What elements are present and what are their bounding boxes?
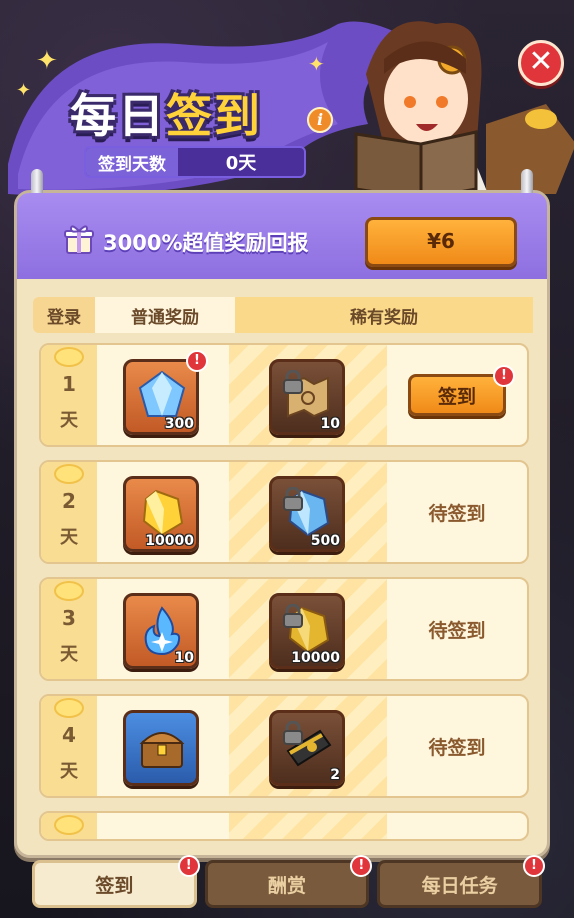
item-quantity: 500: [310, 533, 340, 549]
gift-icon: [64, 225, 94, 254]
day-unit: 天: [60, 644, 78, 665]
sparkle-icon: ✦: [16, 80, 32, 101]
rare-reward-item[interactable]: 2: [269, 710, 345, 786]
item-quantity: 10000: [145, 533, 194, 549]
day-cell: 2 天: [41, 462, 97, 562]
status-text: 待签到: [428, 502, 486, 525]
day-cell: 3 天: [41, 579, 97, 679]
rare-reward-item[interactable]: 500: [269, 476, 345, 552]
reward-row-partial: [39, 811, 529, 841]
purchase-button[interactable]: ¥6: [365, 217, 517, 267]
page-title: 每日签到: [70, 80, 262, 146]
tab-label: 酬赏: [268, 874, 307, 897]
column-rare-reward: 稀有奖励: [235, 297, 533, 333]
sparkle-icon: ✦: [308, 52, 325, 76]
day-cell: 4 天: [41, 696, 97, 796]
tab-sign-in[interactable]: 签到 !: [32, 855, 200, 908]
gold-gem-icon: [142, 489, 184, 537]
lock-icon: [283, 487, 303, 511]
normal-reward-item[interactable]: 10: [123, 593, 199, 669]
normal-reward-item[interactable]: 10000: [123, 476, 199, 552]
title-part2: 签到: [166, 89, 262, 143]
status-text: 待签到: [428, 736, 486, 759]
day-number: 4: [62, 723, 76, 747]
alert-icon: !: [186, 350, 208, 372]
item-quantity: 10: [320, 416, 340, 432]
coin-icon: [54, 698, 84, 718]
sign-in-panel: 3000%超值奖励回报 ¥6 登录 普通奖励 稀有奖励 1 天 300 ! 10…: [14, 169, 550, 858]
alert-icon: !: [350, 855, 373, 877]
sign-in-label: 签到: [437, 385, 476, 408]
sign-in-button[interactable]: 签到 !: [408, 365, 515, 416]
treasure-chest-icon: [139, 732, 185, 768]
item-quantity: 300: [164, 416, 194, 432]
rare-reward-item[interactable]: 10000: [269, 593, 345, 669]
reward-row: 4 天 2 待签到: [39, 694, 529, 798]
close-icon: ✕: [528, 44, 554, 79]
reward-row: 1 天 300 ! 10 签到 !: [39, 343, 529, 447]
tab-label: 每日任务: [421, 874, 498, 897]
coin-icon: [54, 347, 84, 367]
status-cell: 签到 !: [387, 345, 527, 445]
alert-icon: !: [493, 365, 515, 387]
sign-days-counter: 签到天数 0天: [84, 146, 306, 178]
title-part1: 每日: [70, 89, 166, 143]
blue-gem-icon: [138, 370, 186, 417]
rare-cell-bg: [229, 813, 387, 839]
close-button[interactable]: ✕: [518, 40, 564, 86]
lock-icon: [283, 721, 303, 745]
day-unit: 天: [60, 527, 78, 548]
lock-icon: [283, 604, 303, 628]
coin-icon: [54, 464, 84, 484]
reward-row: 3 天 10 10000 待签到: [39, 577, 529, 681]
lock-icon: [283, 370, 303, 394]
tab-normal-reward[interactable]: 普通奖励: [95, 297, 235, 333]
alert-icon: !: [177, 855, 200, 877]
day-cell: 1 天: [41, 345, 97, 445]
header-banner: ✦ ✦ ✦ 每日签到 i 签到天数 0天 ✕: [8, 14, 574, 214]
day-unit: 天: [60, 761, 78, 782]
rare-reward-item[interactable]: 10: [269, 359, 345, 435]
column-login: 登录: [47, 307, 81, 328]
day-number: 2: [62, 489, 76, 513]
promo-bar: 3000%超值奖励回报 ¥6: [17, 193, 547, 279]
item-quantity: 10000: [291, 650, 340, 666]
normal-reward-item[interactable]: 300 !: [123, 350, 208, 435]
day-number: 1: [62, 372, 76, 396]
promo-text: 3000%超值奖励回报: [103, 231, 309, 255]
tab-rewards[interactable]: 酬赏 !: [204, 855, 373, 908]
sign-days-label: 签到天数: [86, 148, 178, 176]
status-text: 待签到: [428, 619, 486, 642]
tab-daily-tasks[interactable]: 每日任务 !: [377, 855, 546, 908]
column-header: 登录 普通奖励 稀有奖励: [33, 297, 533, 333]
normal-reward-item[interactable]: [123, 710, 199, 786]
item-quantity: 2: [330, 767, 340, 783]
item-quantity: 10: [174, 650, 194, 666]
reward-row: 2 天 10000 500 待签到: [39, 460, 529, 564]
day-cell: [41, 813, 97, 839]
blue-flame-icon: [144, 606, 181, 656]
day-number: 3: [62, 606, 76, 630]
coin-icon: [54, 581, 84, 601]
bottom-tab-bar: 签到 ! 酬赏 ! 每日任务 !: [32, 855, 546, 910]
tab-label: 签到: [95, 874, 134, 897]
reward-list: 1 天 300 ! 10 签到 ! 2 天 10000 500 待签到 3 天 …: [39, 343, 529, 854]
alert-icon: !: [523, 855, 546, 877]
coin-icon: [54, 815, 84, 835]
sign-days-value: 0天: [225, 153, 257, 174]
day-unit: 天: [60, 410, 78, 431]
sparkle-icon: ✦: [36, 46, 58, 76]
